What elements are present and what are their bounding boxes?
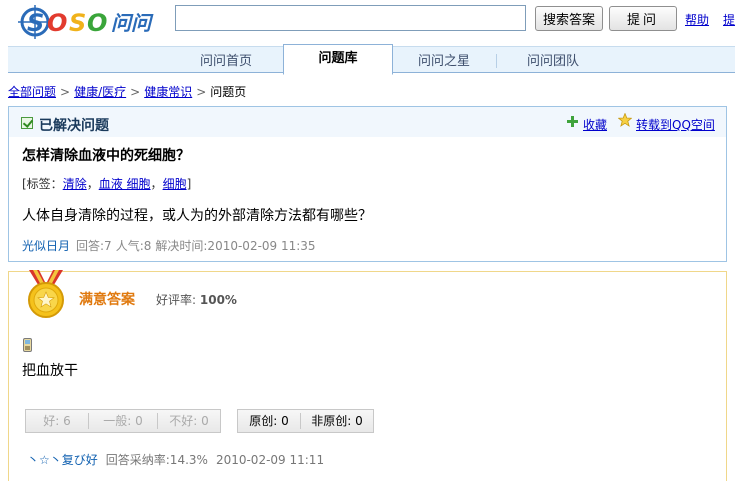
- mobile-phone-icon: [23, 338, 32, 352]
- question-panel: 已解决问题 收藏 转载到QQ空间 怎样清除血液中的死细胞？ [标签：清除，血液 …: [8, 106, 727, 262]
- breadcrumb-current: 问题页: [210, 85, 247, 99]
- breadcrumb-separator: >: [196, 85, 207, 99]
- popularity: 人气:8: [115, 239, 152, 253]
- solved-check-icon: [21, 117, 33, 129]
- breadcrumb-separator: >: [60, 85, 71, 99]
- help-link[interactable]: 帮助: [685, 11, 709, 28]
- vote-original-button[interactable]: 原创: 0: [238, 410, 300, 432]
- tag-separator: ，: [86, 177, 99, 191]
- breadcrumb-health-knowledge[interactable]: 健康常识: [144, 85, 192, 99]
- breadcrumb-health-medical[interactable]: 健康/医疗: [74, 85, 126, 99]
- svg-text:O: O: [47, 9, 67, 37]
- question-tags: [标签：清除，血液 细胞，细胞]: [22, 175, 191, 192]
- svg-text:问问: 问问: [111, 11, 154, 35]
- answer-text: 把血放干: [22, 363, 78, 379]
- vote-bad-button[interactable]: 不好: 0: [158, 410, 220, 432]
- solved-status: 已解决问题: [39, 118, 109, 134]
- vote-non-original-button[interactable]: 非原创: 0: [301, 410, 373, 432]
- question-body: 人体自身清除的过程，或人为的外部清除方法都有哪些？: [22, 208, 372, 224]
- answer-meta: 丶☆丶复び好 回答采纳率:14.3% 2010-02-09 11:11: [27, 451, 332, 468]
- question-title: 怎样清除血液中的死细胞？: [22, 148, 190, 164]
- tag-separator: ，: [150, 177, 163, 191]
- share-qzone-link[interactable]: 转载到QQ空间: [636, 116, 715, 133]
- solved-time: 解决时间:2010-02-09 11:35: [155, 239, 316, 253]
- breadcrumb-all-questions[interactable]: 全部问题: [8, 85, 56, 99]
- best-answer-panel: 满意答案 好评率: 100% 把血放干 好: 6 一般: 0 不好: 0 原创:…: [8, 270, 727, 481]
- star-icon[interactable]: [618, 113, 632, 127]
- soso-logo[interactable]: S O S O 问问: [15, 0, 167, 42]
- answer-count: 回答:7: [76, 239, 112, 253]
- adoption-rate: 回答采纳率:14.3%: [105, 453, 208, 467]
- logo-icon: S O S O 问问: [18, 5, 154, 39]
- medal-icon: [28, 270, 64, 318]
- search-answers-button[interactable]: 搜索答案: [535, 6, 603, 31]
- vote-group-rating: 好: 6 一般: 0 不好: 0: [25, 409, 221, 433]
- tab-stars[interactable]: 问问之星: [404, 50, 484, 74]
- tab-question-library[interactable]: 问题库: [283, 44, 393, 75]
- tab-team[interactable]: 问问团队: [513, 50, 593, 74]
- rating-label: 好评率:: [156, 293, 197, 307]
- cut-off-link[interactable]: 提: [723, 11, 735, 28]
- tag-link[interactable]: 清除: [63, 177, 87, 191]
- question-header: 已解决问题 收藏 转载到QQ空间: [9, 107, 726, 137]
- rating-value: 100%: [199, 293, 237, 307]
- asker-link[interactable]: 光似日月: [22, 239, 70, 253]
- favorite-link[interactable]: 收藏: [583, 116, 607, 133]
- svg-text:S: S: [27, 9, 44, 37]
- main-nav: 问问首页 问题库 问问之星 问问团队: [8, 44, 735, 75]
- svg-text:O: O: [87, 9, 107, 37]
- question-meta: 光似日月 回答:7 人气:8 解决时间:2010-02-09 11:35: [22, 237, 320, 254]
- tab-divider: [496, 54, 497, 68]
- best-answer-title: 满意答案: [79, 292, 135, 308]
- svg-text:S: S: [69, 9, 86, 37]
- tags-prefix: [标签：: [22, 177, 63, 191]
- breadcrumb: 全部问题 > 健康/医疗 > 健康常识 > 问题页: [8, 83, 246, 100]
- answerer-link[interactable]: 丶☆丶复び好: [27, 453, 98, 467]
- rating: 好评率: 100%: [156, 291, 237, 308]
- ask-question-button[interactable]: 提问: [609, 6, 677, 31]
- answer-time: 2010-02-09 11:11: [215, 453, 325, 467]
- tag-link[interactable]: 细胞: [163, 177, 187, 191]
- search-input[interactable]: [175, 5, 526, 31]
- tags-suffix: ]: [186, 177, 192, 191]
- breadcrumb-separator: >: [130, 85, 141, 99]
- vote-good-button[interactable]: 好: 6: [26, 410, 88, 432]
- plus-icon[interactable]: [567, 116, 578, 127]
- tab-home[interactable]: 问问首页: [186, 50, 266, 74]
- vote-group-originality: 原创: 0 非原创: 0: [237, 409, 374, 433]
- vote-normal-button[interactable]: 一般: 0: [89, 410, 157, 432]
- tag-link[interactable]: 血液 细胞: [99, 177, 151, 191]
